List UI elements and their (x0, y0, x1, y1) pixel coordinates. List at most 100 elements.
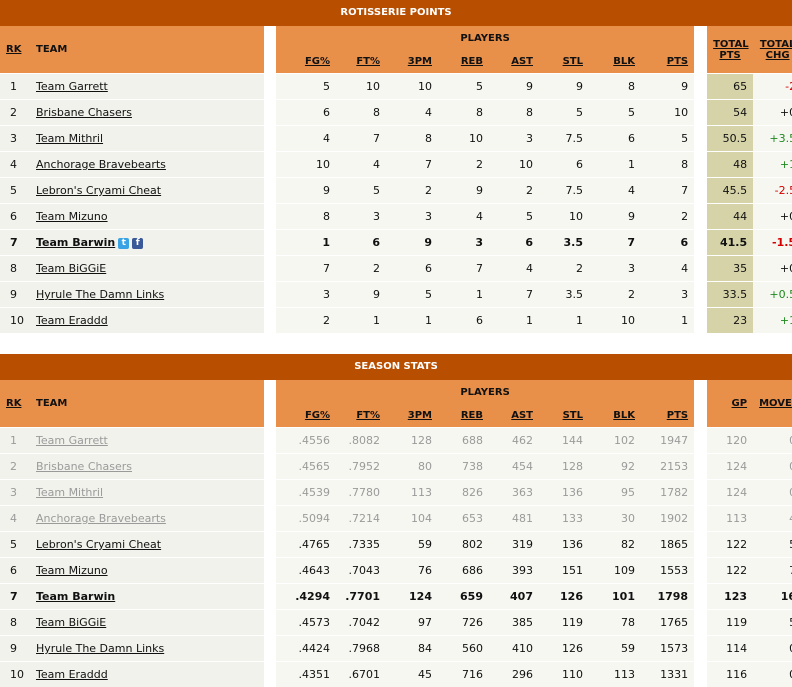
team-header: TEAM (30, 26, 264, 74)
team-link[interactable]: Team Eraddd (36, 314, 108, 327)
stat-cell: 9 (539, 74, 589, 100)
stat-column-header-label[interactable]: BLK (613, 410, 635, 421)
stat-column-header-label[interactable]: FG% (305, 56, 330, 67)
team-link[interactable]: Team Mizuno (36, 564, 108, 577)
team-link[interactable]: Team Barwin (36, 590, 115, 603)
team-link[interactable]: Team Mizuno (36, 210, 108, 223)
stat-cell: 9 (489, 74, 539, 100)
stat-cell: 8 (489, 100, 539, 126)
team-link[interactable]: Anchorage Bravebearts (36, 158, 166, 171)
team-link[interactable]: Team Garrett (36, 80, 108, 93)
stat-cell: 5 (539, 100, 589, 126)
stat-cell: 1 (641, 308, 694, 334)
stat-column-header-label[interactable]: FT% (356, 410, 380, 421)
stat-cell: .7701 (336, 584, 386, 610)
stat-column-header[interactable]: REB (438, 404, 489, 428)
stat-column-header[interactable]: 3PM (386, 50, 438, 74)
stat-cell: 4 (336, 152, 386, 178)
stat-column-header[interactable]: FT% (336, 50, 386, 74)
stat-cell: 76 (386, 558, 438, 584)
stat-cell: .6701 (336, 662, 386, 687)
stat-column-header-label[interactable]: FG% (305, 410, 330, 421)
stat-column-header-label[interactable]: AST (511, 56, 533, 67)
stat-column-header[interactable]: REB (438, 50, 489, 74)
stat-column-header[interactable]: FT% (336, 404, 386, 428)
total-pts-header[interactable]: TOTALPTS (707, 26, 753, 74)
team-link[interactable]: Brisbane Chasers (36, 106, 132, 119)
stat-cell: .7968 (336, 636, 386, 662)
rank-cell: 8 (0, 256, 30, 282)
stat-column-header[interactable]: FG% (276, 404, 336, 428)
stat-column-header[interactable]: AST (489, 404, 539, 428)
rank-cell: 6 (0, 558, 30, 584)
column-spacer (694, 428, 707, 454)
stat-column-header-label[interactable]: 3PM (408, 56, 432, 67)
stat-cell: 1798 (641, 584, 694, 610)
stat-cell: 686 (438, 558, 489, 584)
stat-column-header-label[interactable]: BLK (613, 56, 635, 67)
team-cell: Team BiGGiE (30, 610, 264, 636)
team-link[interactable]: Hyrule The Damn Links (36, 642, 164, 655)
stat-column-header-label[interactable]: STL (563, 410, 583, 421)
stat-column-header[interactable]: FG% (276, 50, 336, 74)
facebook-icon[interactable]: f (132, 238, 143, 249)
team-link[interactable]: Team Mithril (36, 486, 103, 499)
column-spacer (264, 636, 276, 662)
team-link[interactable]: Lebron's Cryami Cheat (36, 538, 161, 551)
team-link[interactable]: Team BiGGiE (36, 616, 106, 629)
stat-cell: 1 (438, 282, 489, 308)
stat-cell: 7.5 (539, 178, 589, 204)
stat-cell: 8 (589, 74, 641, 100)
stat-column-header[interactable]: PTS (641, 50, 694, 74)
change-value: +0.5 (769, 288, 792, 301)
team-link[interactable]: Team Barwin (36, 236, 115, 249)
team-link[interactable]: Lebron's Cryami Cheat (36, 184, 161, 197)
total-pts-cell: 35 (707, 256, 753, 282)
stat-cell: 59 (589, 636, 641, 662)
stat-column-header-label[interactable]: AST (511, 410, 533, 421)
stat-column-header[interactable]: AST (489, 50, 539, 74)
stat-cell: 10 (438, 126, 489, 152)
rank-cell: 1 (0, 74, 30, 100)
team-link[interactable]: Team BiGGiE (36, 262, 106, 275)
stat-column-header[interactable]: BLK (589, 404, 641, 428)
stat-column-header-label[interactable]: 3PM (408, 410, 432, 421)
stat-column-header[interactable]: PTS (641, 404, 694, 428)
stat-column-header-label[interactable]: PTS (667, 56, 688, 67)
team-cell: Team Mithril (30, 480, 264, 506)
stat-cell: 1573 (641, 636, 694, 662)
twitter-icon[interactable]: t (118, 238, 129, 249)
team-link[interactable]: Hyrule The Damn Links (36, 288, 164, 301)
stat-cell: 136 (539, 480, 589, 506)
stat-cell: .5094 (276, 506, 336, 532)
team-link[interactable]: Team Garrett (36, 434, 108, 447)
column-spacer (264, 428, 276, 454)
stat-cell: 10 (386, 74, 438, 100)
stat-cell: 7 (641, 178, 694, 204)
stat-column-header-label[interactable]: FT% (356, 56, 380, 67)
stat-column-header-label[interactable]: REB (461, 410, 483, 421)
stat-column-header-label[interactable]: REB (461, 56, 483, 67)
stat-column-header-label[interactable]: PTS (667, 410, 688, 421)
rk-header[interactable]: RK (0, 380, 30, 428)
stat-column-header[interactable]: BLK (589, 50, 641, 74)
gp-header[interactable]: GP (707, 380, 753, 428)
stat-column-header[interactable]: 3PM (386, 404, 438, 428)
moves-cell: 0 (753, 428, 792, 454)
team-link[interactable]: Brisbane Chasers (36, 460, 132, 473)
stat-column-header[interactable]: STL (539, 404, 589, 428)
stat-cell: 3 (641, 282, 694, 308)
moves-header[interactable]: MOVES (753, 380, 792, 428)
stat-column-header-label[interactable]: STL (563, 56, 583, 67)
rank-cell: 3 (0, 126, 30, 152)
table-row: 7Team Barwintf169363.57641.5-1.5 (0, 230, 792, 256)
total-chg-header[interactable]: TOTALCHG (753, 26, 792, 74)
stat-cell: 802 (438, 532, 489, 558)
stat-cell: 113 (589, 662, 641, 687)
rk-header[interactable]: RK (0, 26, 30, 74)
stat-cell: 1 (489, 308, 539, 334)
team-link[interactable]: Team Eraddd (36, 668, 108, 681)
team-link[interactable]: Anchorage Bravebearts (36, 512, 166, 525)
stat-column-header[interactable]: STL (539, 50, 589, 74)
team-link[interactable]: Team Mithril (36, 132, 103, 145)
